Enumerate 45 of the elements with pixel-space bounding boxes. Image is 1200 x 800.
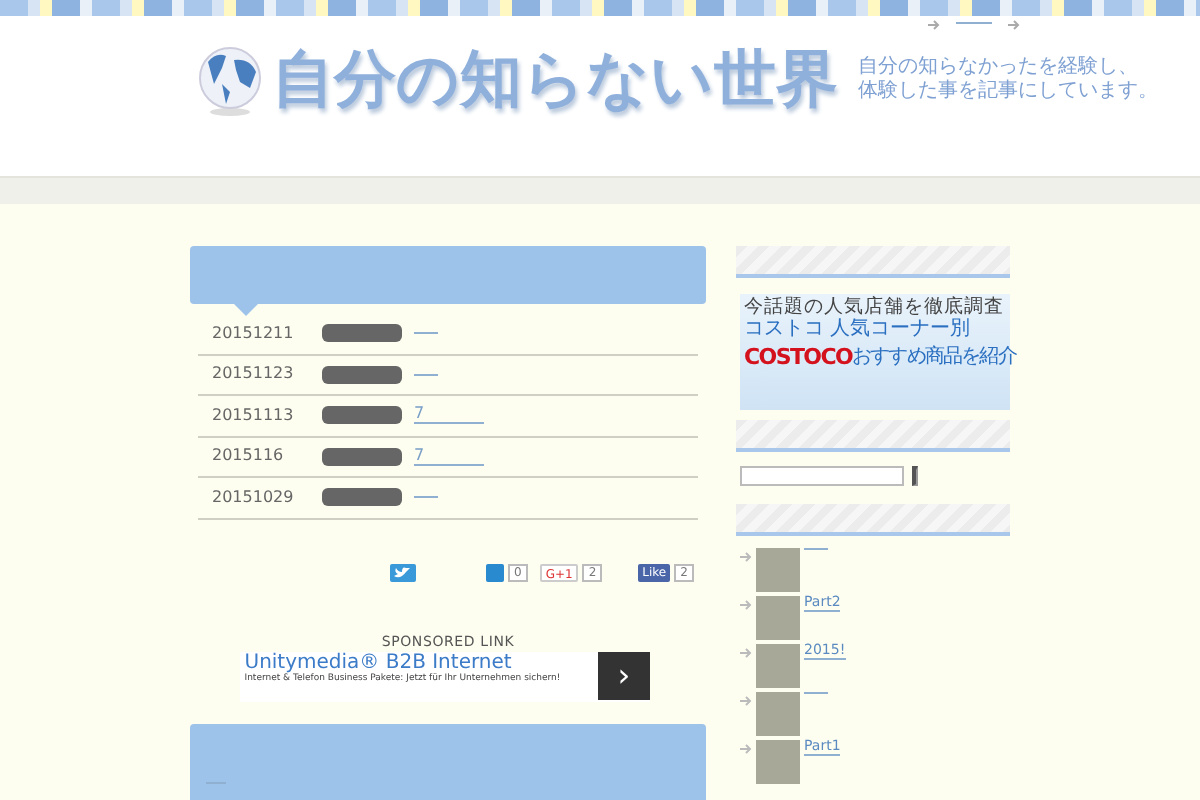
entry-link[interactable]: 7: [414, 406, 484, 425]
search-field[interactable]: [740, 465, 904, 485]
photo-placeholder: [756, 595, 800, 639]
category-tag: [322, 406, 402, 425]
banner-text: おすすめ商品を紹介: [852, 343, 1016, 373]
ad-title[interactable]: Unitymedia® B2B Internet: [244, 652, 598, 674]
banner-logo: COSTOCO: [744, 346, 853, 369]
site-title: 自分の知らない世界: [272, 49, 838, 111]
photo-placeholder: [756, 691, 800, 735]
banner-caption: 今話題の人気店舗を徹底調査: [744, 298, 1006, 318]
photo-placeholder: [756, 547, 800, 591]
entry-link[interactable]: [414, 373, 438, 376]
photo-placeholder: [756, 643, 800, 687]
arrow-icon: [1008, 20, 1020, 30]
banner-heading: コストコ 人気コーナー別: [744, 318, 973, 343]
header-pointer: [234, 304, 258, 316]
arrow-icon: [740, 648, 752, 659]
globe-icon: [196, 44, 264, 116]
entry-date: 20151113: [210, 403, 296, 428]
category-tag: [322, 324, 402, 343]
twitter-button[interactable]: [390, 564, 416, 582]
arrow-icon: [740, 744, 752, 755]
search-button[interactable]: [912, 465, 918, 485]
arrow-icon: [740, 696, 752, 707]
entry-date: 20151123: [210, 362, 296, 387]
category-tag: [322, 447, 402, 466]
photo-placeholder: [756, 739, 800, 783]
post-link[interactable]: [804, 691, 828, 693]
entry-date: 2015116: [210, 444, 286, 469]
tagline: 自分の知らなかったを経験し、: [858, 55, 1140, 79]
bird-icon: [394, 565, 410, 580]
entry-link[interactable]: [414, 496, 438, 499]
entry-date: 20151029: [210, 485, 296, 510]
entry-date: 20151211: [210, 321, 296, 346]
arrow-icon: [928, 20, 940, 30]
entry-link[interactable]: 7: [414, 447, 484, 466]
tagline: 体験した事を記事にしています。: [858, 80, 1158, 105]
post-link[interactable]: [804, 547, 828, 549]
arrow-icon: [740, 600, 752, 611]
category-tag: [322, 365, 402, 384]
bookmark-button[interactable]: [486, 564, 504, 582]
category-tag: [322, 488, 402, 507]
next-button[interactable]: ›: [598, 652, 650, 700]
entry-link[interactable]: [414, 332, 438, 335]
arrow-icon: [740, 552, 752, 563]
